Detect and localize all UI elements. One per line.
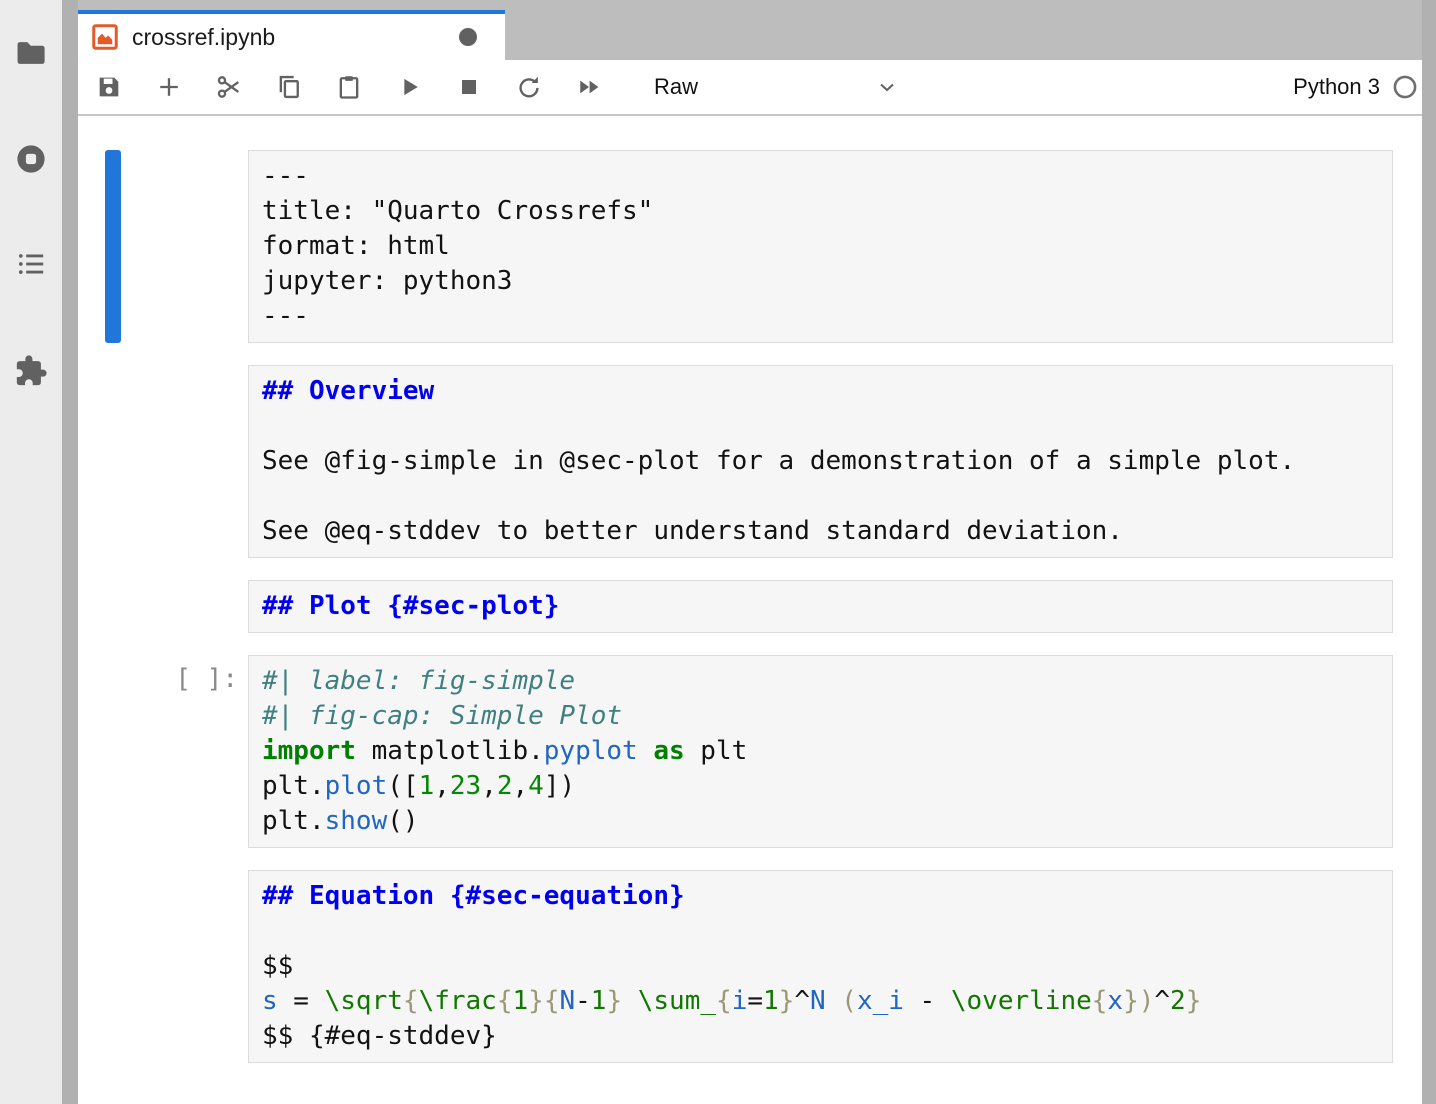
cell-collapser[interactable] — [105, 365, 121, 558]
code-line — [262, 914, 1392, 949]
code-line: plt.plot([1,23,2,4]) — [262, 769, 1392, 804]
kernel-idle-icon[interactable] — [1392, 74, 1418, 100]
run-cell-button[interactable] — [392, 70, 426, 104]
list-icon — [14, 247, 48, 281]
code-line — [262, 409, 1392, 444]
notebook-cell-markdown-1: ## Overview See @fig-simple in @sec-plot… — [105, 365, 1422, 558]
notebook-cell-raw-0: ---title: "Quarto Crossrefs"format: html… — [105, 150, 1422, 343]
code-line: #| fig-cap: Simple Plot — [262, 699, 1392, 734]
sidebar-item-table-of-contents[interactable] — [12, 245, 50, 283]
copy-icon — [275, 73, 303, 101]
cell-type-select[interactable]: Raw — [654, 74, 899, 100]
cell-collapser[interactable] — [105, 580, 121, 633]
cell-editor[interactable]: ---title: "Quarto Crossrefs"format: html… — [248, 150, 1393, 343]
code-line: $$ {#eq-stddev} — [262, 1019, 1392, 1054]
notebook-icon — [90, 22, 120, 52]
notebook-toolbar: Raw Python 3 — [78, 60, 1422, 116]
execution-count-prompt — [121, 580, 248, 633]
restart-kernel-button[interactable] — [512, 70, 546, 104]
left-sidebar — [0, 0, 62, 1104]
sidebar-item-extension-manager[interactable] — [12, 352, 50, 390]
cell-editor[interactable]: #| label: fig-simple#| fig-cap: Simple P… — [248, 655, 1393, 848]
tab-crossref-ipynb[interactable]: crossref.ipynb — [78, 10, 505, 60]
code-line: jupyter: python3 — [262, 264, 1392, 299]
running-icon — [14, 142, 48, 176]
code-line: --- — [262, 159, 1392, 194]
code-line: ## Overview — [262, 374, 1392, 409]
run-icon — [395, 73, 423, 101]
code-line: ## Plot {#sec-plot} — [262, 589, 1392, 624]
execution-count-prompt — [121, 365, 248, 558]
fast-forward-icon — [575, 73, 603, 101]
chevron-down-icon — [875, 75, 899, 99]
code-line — [262, 479, 1392, 514]
code-line: $$ — [262, 949, 1392, 984]
code-line: See @eq-stddev to better understand stan… — [262, 514, 1392, 549]
code-line: format: html — [262, 229, 1392, 264]
paste-cells-button[interactable] — [332, 70, 366, 104]
kernel-name[interactable]: Python 3 — [1293, 74, 1380, 100]
save-button[interactable] — [92, 70, 126, 104]
code-line: ## Equation {#sec-equation} — [262, 879, 1392, 914]
code-line: s = \sqrt{\frac{1}{N-1} \sum_{i=1}^N (x_… — [262, 984, 1392, 1019]
code-line: #| label: fig-simple — [262, 664, 1392, 699]
cell-type-value: Raw — [654, 74, 698, 100]
code-line: See @fig-simple in @sec-plot for a demon… — [262, 444, 1392, 479]
folder-icon — [14, 36, 48, 70]
right-panel-edge — [1422, 0, 1436, 1104]
unsaved-changes-dot[interactable] — [459, 28, 477, 46]
cell-editor[interactable]: ## Overview See @fig-simple in @sec-plot… — [248, 365, 1393, 558]
cell-editor[interactable]: ## Plot {#sec-plot} — [248, 580, 1393, 633]
sidebar-item-running-sessions[interactable] — [12, 140, 50, 178]
execution-count-prompt: [ ]: — [121, 655, 248, 848]
notebook-cell-code-3: [ ]:#| label: fig-simple#| fig-cap: Simp… — [105, 655, 1422, 848]
stop-icon — [455, 73, 483, 101]
cell-collapser[interactable] — [105, 150, 121, 343]
cut-cells-button[interactable] — [212, 70, 246, 104]
cell-editor[interactable]: ## Equation {#sec-equation} $$s = \sqrt{… — [248, 870, 1393, 1063]
save-icon — [95, 73, 123, 101]
insert-cell-button[interactable] — [152, 70, 186, 104]
notebook-cell-markdown-4: ## Equation {#sec-equation} $$s = \sqrt{… — [105, 870, 1422, 1063]
copy-cells-button[interactable] — [272, 70, 306, 104]
code-line: --- — [262, 299, 1392, 334]
puzzle-icon — [14, 354, 48, 388]
restart-icon — [515, 73, 543, 101]
sidebar-item-file-browser[interactable] — [12, 34, 50, 72]
code-line: title: "Quarto Crossrefs" — [262, 194, 1392, 229]
sidebar-divider — [62, 0, 78, 1104]
interrupt-kernel-button[interactable] — [452, 70, 486, 104]
restart-run-all-button[interactable] — [572, 70, 606, 104]
tab-title: crossref.ipynb — [132, 24, 459, 51]
cell-collapser[interactable] — [105, 655, 121, 848]
main-panel: crossref.ipynb — [78, 0, 1422, 1104]
clipboard-icon — [335, 73, 363, 101]
cell-collapser[interactable] — [105, 870, 121, 1063]
scissors-icon — [215, 73, 243, 101]
plus-icon — [155, 73, 183, 101]
code-line: import matplotlib.pyplot as plt — [262, 734, 1392, 769]
code-line: plt.show() — [262, 804, 1392, 839]
execution-count-prompt — [121, 150, 248, 343]
notebook-cell-markdown-2: ## Plot {#sec-plot} — [105, 580, 1422, 633]
notebook-area: ---title: "Quarto Crossrefs"format: html… — [78, 116, 1422, 1063]
execution-count-prompt — [121, 870, 248, 1063]
tab-bar: crossref.ipynb — [78, 0, 1422, 60]
